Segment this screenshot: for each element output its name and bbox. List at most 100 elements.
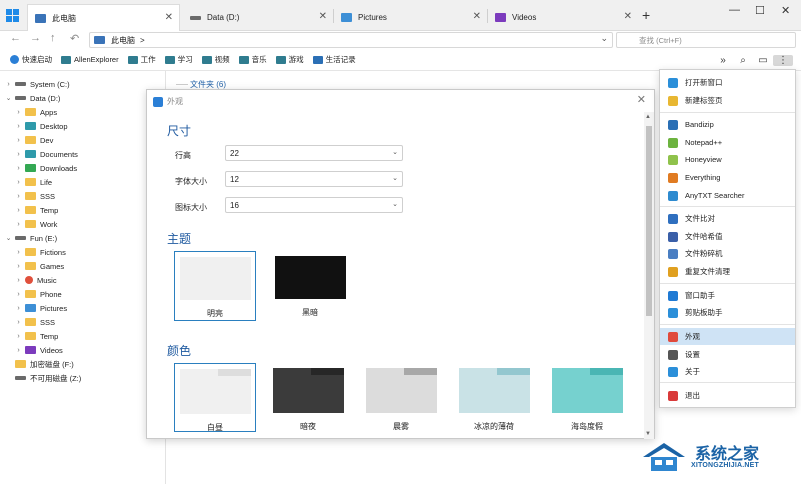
tree-item[interactable]: › Fictions [14, 245, 66, 259]
tree-item[interactable]: › Music [14, 273, 56, 287]
back-arrow-icon[interactable]: ← [10, 32, 21, 44]
tab-data-d[interactable]: Data (D:) ✕ [183, 4, 333, 31]
menu-item[interactable]: 文件哈希值 [660, 228, 795, 245]
tree-item[interactable]: 加密磁盘 (F:) [4, 357, 74, 371]
expand-arrow-icon[interactable]: › [14, 123, 23, 130]
tree-item[interactable]: › SSS [14, 189, 55, 203]
tree-item[interactable]: › Apps [14, 105, 57, 119]
breadcrumb-separator[interactable]: > [140, 36, 145, 45]
tree-item[interactable]: 不可用磁盘 (Z:) [4, 371, 81, 385]
tree-item[interactable]: › Downloads [14, 161, 77, 175]
icon-size-select[interactable]: 16 ⌄ [225, 197, 403, 213]
tree-item[interactable]: › Temp [14, 329, 58, 343]
address-bar[interactable]: 此电脑 > ⌄ [89, 32, 613, 48]
color-option[interactable]: 晨雾 [360, 363, 442, 432]
expand-arrow-icon[interactable]: › [14, 221, 23, 228]
tab-this-pc[interactable]: 此电脑 ✕ [27, 4, 180, 31]
menu-item[interactable]: 外观 [660, 328, 795, 345]
menu-item[interactable]: 窗口助手 [660, 287, 795, 304]
close-tab-icon[interactable]: ✕ [473, 11, 481, 22]
tree-item[interactable]: ⌄ Data (D:) [4, 91, 61, 105]
expand-arrow-icon[interactable]: › [14, 291, 23, 298]
tree-item[interactable]: › Work [14, 217, 57, 231]
forward-arrow-icon[interactable]: → [30, 32, 41, 44]
new-tab-button[interactable]: + [642, 7, 650, 23]
more-menu-icon[interactable]: ⋮ [773, 55, 793, 66]
expand-arrow-icon[interactable]: › [14, 137, 23, 144]
tree-item[interactable]: › Pictures [14, 301, 67, 315]
tree-item[interactable]: › SSS [14, 315, 55, 329]
row-height-select[interactable]: 22 ⌄ [225, 145, 403, 161]
menu-item[interactable]: 重复文件清理 [660, 263, 795, 280]
menu-item[interactable]: 文件粉碎机 [660, 245, 795, 262]
color-option[interactable]: 海岛度假 [546, 363, 628, 432]
undo-icon[interactable]: ↶ [70, 32, 79, 45]
chevron-down-icon[interactable]: ⌄ [600, 33, 608, 44]
tree-item[interactable]: › Games [14, 259, 64, 273]
tree-item[interactable]: › Videos [14, 343, 62, 357]
color-option[interactable]: 白昼 [174, 363, 256, 432]
menu-item[interactable]: Honeyview [660, 151, 795, 168]
dialog-scrollbar[interactable]: ▲ ▼ [644, 112, 654, 439]
close-tab-icon[interactable]: ✕ [165, 12, 173, 23]
color-option[interactable]: 冰凉的薄荷 [453, 363, 535, 432]
bookmark-quick-launch[interactable]: 快速启动 [10, 54, 52, 65]
expand-arrow-icon[interactable]: › [14, 347, 23, 354]
expand-arrow-icon[interactable]: › [14, 165, 23, 172]
menu-item[interactable]: 退出 [660, 387, 795, 404]
tab-videos[interactable]: Videos ✕ [488, 4, 638, 31]
tree-item[interactable]: › Phone [14, 287, 61, 301]
maximize-button[interactable]: ☐ [755, 4, 765, 17]
menu-item[interactable]: 新建标签页 [660, 92, 795, 109]
minimize-button[interactable]: — [729, 4, 740, 16]
menu-item[interactable]: Everything [660, 169, 795, 186]
dialog-close-button[interactable]: ✕ [637, 93, 646, 106]
close-window-button[interactable]: ✕ [781, 4, 790, 17]
menu-item[interactable]: Bandizip [660, 116, 795, 133]
theme-dark-option[interactable]: 黑暗 [269, 251, 351, 321]
menu-item[interactable]: 打开新窗口 [660, 74, 795, 91]
scroll-up-icon[interactable]: ▲ [645, 114, 651, 120]
expand-arrow-icon[interactable]: › [14, 249, 23, 256]
search-icon[interactable]: ⌕ [733, 55, 753, 66]
scrollbar-thumb[interactable] [646, 126, 652, 316]
tree-item[interactable]: › Temp [14, 203, 58, 217]
expand-icon[interactable]: » [713, 55, 733, 66]
search-input[interactable]: 查找 (Ctrl+F) [616, 32, 796, 48]
address-path[interactable]: 此电脑 [111, 35, 135, 46]
font-size-select[interactable]: 12 ⌄ [225, 171, 403, 187]
theme-light-option[interactable]: 明亮 [174, 251, 256, 321]
color-option[interactable]: 暗夜 [267, 363, 349, 432]
menu-item[interactable]: Notepad++ [660, 134, 795, 151]
expand-arrow-icon[interactable]: › [14, 333, 23, 340]
menu-item[interactable]: 剪贴板助手 [660, 304, 795, 321]
bookmark-games[interactable]: 游戏 [275, 54, 304, 65]
expand-arrow-icon[interactable]: › [14, 193, 23, 200]
expand-arrow-icon[interactable]: › [14, 263, 23, 270]
expand-arrow-icon[interactable]: ⌄ [4, 94, 13, 102]
up-arrow-icon[interactable]: ↑ [50, 32, 56, 44]
bookmark-study[interactable]: 学习 [164, 54, 193, 65]
tree-item[interactable]: › Life [14, 175, 52, 189]
tree-item[interactable]: › System (C:) [4, 77, 69, 91]
expand-arrow-icon[interactable]: › [14, 305, 23, 312]
expand-arrow-icon[interactable]: › [4, 81, 13, 88]
expand-arrow-icon[interactable]: › [14, 277, 23, 284]
panel-icon[interactable]: ▭ [753, 55, 773, 66]
tree-item[interactable]: › Dev [14, 133, 53, 147]
menu-item[interactable]: 文件比对 [660, 210, 795, 227]
bookmark-video[interactable]: 视频 [201, 54, 230, 65]
menu-item[interactable]: 设置 [660, 346, 795, 363]
expand-arrow-icon[interactable]: › [14, 319, 23, 326]
expand-arrow-icon[interactable]: › [14, 179, 23, 186]
bookmark-work[interactable]: 工作 [127, 54, 156, 65]
expand-arrow-icon[interactable]: ⌄ [4, 234, 13, 242]
expand-arrow-icon[interactable]: › [14, 207, 23, 214]
bookmark-allenexplorer[interactable]: AllenExplorer [61, 55, 119, 64]
menu-item[interactable]: 关于 [660, 363, 795, 380]
menu-item[interactable]: AnyTXT Searcher [660, 187, 795, 204]
close-tab-icon[interactable]: ✕ [319, 11, 327, 22]
tab-pictures[interactable]: Pictures ✕ [334, 4, 487, 31]
bookmark-life-records[interactable]: 生活记录 [312, 54, 356, 65]
expand-arrow-icon[interactable]: › [14, 151, 23, 158]
